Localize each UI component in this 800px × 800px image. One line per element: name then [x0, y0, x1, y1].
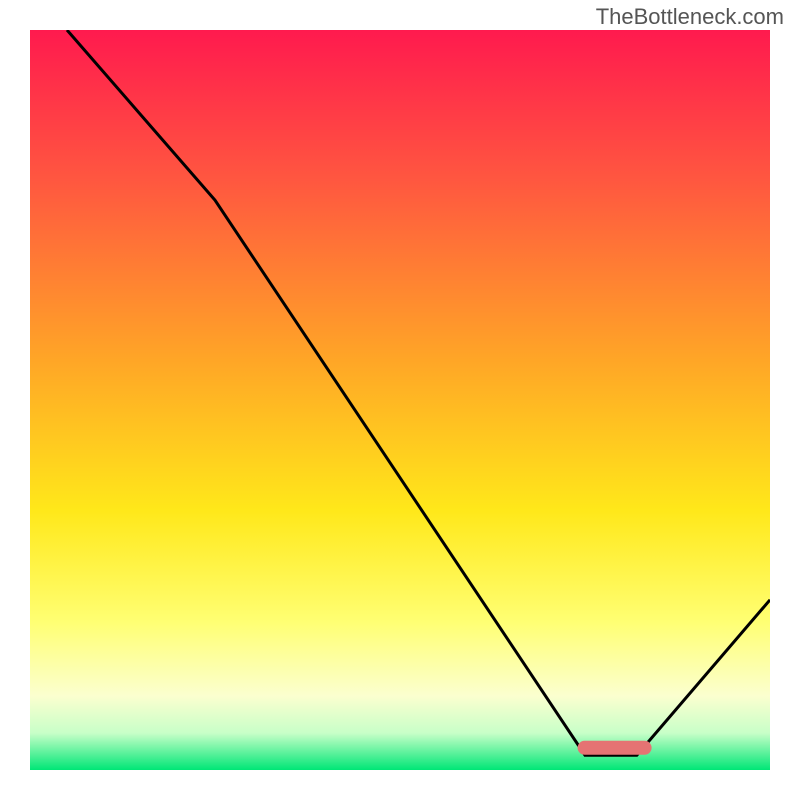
optimal-zone-marker	[578, 741, 652, 755]
chart-plot-area	[30, 30, 770, 770]
chart-background	[30, 30, 770, 770]
watermark-text: TheBottleneck.com	[596, 4, 784, 30]
chart-svg	[30, 30, 770, 770]
